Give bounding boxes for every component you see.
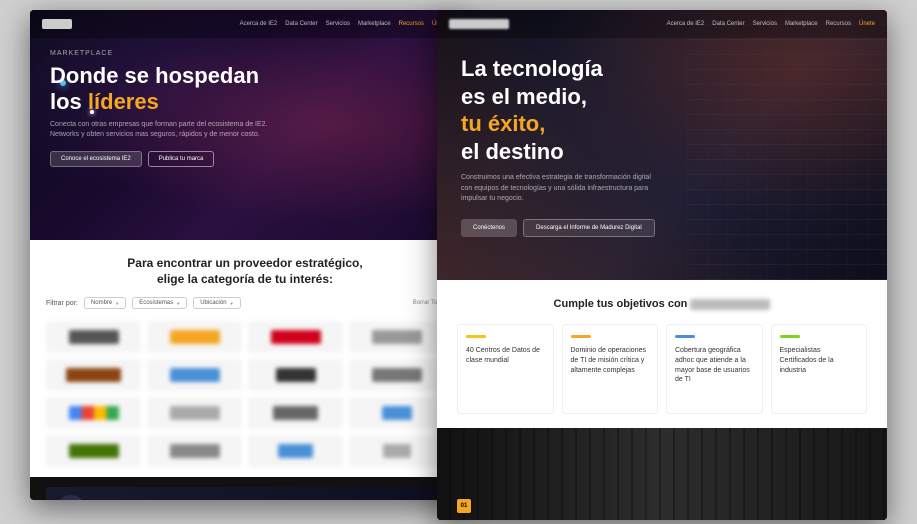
left-bottom-card: Asiste a tu transformación con Cloud. De… <box>46 487 444 500</box>
filter-ubicacion[interactable]: Ubicación <box>193 297 240 309</box>
right-logo <box>449 19 509 29</box>
list-item[interactable] <box>46 397 141 429</box>
left-hero-buttons: Conoce el ecosistema IE2 Publica tu marc… <box>50 151 440 167</box>
filter-bar: Filtrar por: Nombre Ecosistemas Ubicació… <box>46 297 444 309</box>
right-nav-servicios[interactable]: Servicios <box>753 21 777 27</box>
list-item[interactable] <box>349 435 444 467</box>
nav-item-marketplace[interactable]: Marketplace <box>358 21 391 27</box>
left-hero-badge: MARKETPLACE <box>50 50 440 57</box>
list-item[interactable] <box>248 321 343 353</box>
right-hero-title: La tecnología es el medio, tu éxito, el … <box>461 55 687 165</box>
list-item[interactable] <box>147 397 242 429</box>
list-item[interactable] <box>248 359 343 391</box>
list-item[interactable] <box>349 397 444 429</box>
right-title-line1: La tecnología <box>461 55 687 83</box>
left-hero-subtitle: Conecta con otras empresas que forman pa… <box>50 120 270 140</box>
screenshot-right: Acerca de IE2 Data Center Servicios Mark… <box>437 10 887 520</box>
left-bottom-icon <box>56 495 86 500</box>
feature-card-4: Especialistas Certificados de la industr… <box>771 324 868 414</box>
right-nav-marketplace[interactable]: Marketplace <box>785 21 818 27</box>
left-title-line1: Donde se <box>50 63 155 88</box>
filter-nombre[interactable]: Nombre <box>84 297 126 309</box>
left-logo <box>42 19 72 29</box>
left-hero-title: Donde se hospedan los líderes <box>50 63 440 116</box>
feature-cards: 40 Centros de Datos de clase mundial Dom… <box>457 324 867 414</box>
data-center-number: 01 <box>457 499 471 513</box>
left-light-section: Para encontrar un proveedor estratégico,… <box>30 240 460 477</box>
right-title-highlight: tu éxito, <box>461 110 687 138</box>
right-bottom-section: 01 DATA CENTER La clave de tu transforma… <box>437 428 887 520</box>
right-nav-unete[interactable]: Únete <box>859 21 875 27</box>
right-nav-recursos[interactable]: Recursos <box>826 21 851 27</box>
left-title-highlight: líderes <box>88 89 159 114</box>
data-center-badge: 01 <box>457 499 471 513</box>
list-item[interactable] <box>46 321 141 353</box>
card-accent-4 <box>780 335 800 338</box>
nav-item-acerca[interactable]: Acerca de IE2 <box>240 21 278 27</box>
server-pattern-bg <box>687 10 887 280</box>
nav-item-servicios[interactable]: Servicios <box>326 21 350 27</box>
list-item[interactable] <box>46 359 141 391</box>
right-nav-items: Acerca de IE2 Data Center Servicios Mark… <box>667 21 875 27</box>
nav-item-datacenter[interactable]: Data Center <box>285 21 317 27</box>
data-center-title: DATA CENTER <box>457 519 585 520</box>
right-light-section: Cumple tus objetivos con 40 Centros de D… <box>437 280 887 428</box>
feature-card-text-2: Dominio de operaciones de TI de misión c… <box>571 346 650 375</box>
right-hero-content: La tecnología es el medio, tu éxito, el … <box>461 55 687 237</box>
card-accent-1 <box>466 335 486 338</box>
feature-card-text-3: Cobertura geográfica adhoc que atiende a… <box>675 346 754 385</box>
feature-card-1: 40 Centros de Datos de clase mundial <box>457 324 554 414</box>
right-btn-conectenos[interactable]: Conéctenos <box>461 219 517 237</box>
right-navbar: Acerca de IE2 Data Center Servicios Mark… <box>437 10 887 38</box>
card-accent-3 <box>675 335 695 338</box>
list-item[interactable] <box>46 435 141 467</box>
feature-card-3: Cobertura geográfica adhoc que atiende a… <box>666 324 763 414</box>
left-title-bold: hospedan <box>155 63 259 88</box>
filter-ecosistemas[interactable]: Ecosistemas <box>132 297 187 309</box>
left-hero-content: MARKETPLACE Donde se hospedan los lídere… <box>50 50 440 167</box>
feature-card-text-1: 40 Centros de Datos de clase mundial <box>466 346 545 366</box>
left-section-title: Para encontrar un proveedor estratégico,… <box>46 256 444 287</box>
list-item[interactable] <box>349 359 444 391</box>
right-btn-informe[interactable]: Descarga el Informe de Madurez Digital <box>523 219 655 237</box>
feature-card-text-4: Especialistas Certificados de la industr… <box>780 346 859 375</box>
logo-grid <box>46 321 444 467</box>
list-item[interactable] <box>248 397 343 429</box>
left-dark-hero: Acerca de IE2 Data Center Servicios Mark… <box>30 10 460 240</box>
right-title-line2: es el medio, <box>461 83 687 111</box>
left-bottom-section: Asiste a tu transformación con Cloud. De… <box>30 477 460 500</box>
screenshot-left: Acerca de IE2 Data Center Servicios Mark… <box>30 10 460 500</box>
list-item[interactable] <box>147 321 242 353</box>
list-item[interactable] <box>147 359 242 391</box>
right-section-title-blurred <box>690 299 770 310</box>
data-center-overlay: 01 DATA CENTER La clave de tu transforma… <box>457 494 585 520</box>
nav-item-recursos[interactable]: Recursos <box>399 21 424 27</box>
left-navbar: Acerca de IE2 Data Center Servicios Mark… <box>30 10 460 38</box>
left-nav-items: Acerca de IE2 Data Center Servicios Mark… <box>240 21 448 27</box>
left-btn-ecosistema[interactable]: Conoce el ecosistema IE2 <box>50 151 142 167</box>
right-title-line3: el destino <box>461 138 687 166</box>
right-nav-datacenter[interactable]: Data Center <box>712 21 744 27</box>
right-hero-buttons: Conéctenos Descarga el Informe de Madure… <box>461 219 687 237</box>
filter-label: Filtrar por: <box>46 300 78 307</box>
right-hero-subtitle: Construimos una efectiva estrategia de t… <box>461 173 661 205</box>
right-nav-acerca[interactable]: Acerca de IE2 <box>667 21 705 27</box>
left-btn-marca[interactable]: Publica tu marca <box>148 151 215 167</box>
left-title-line2: los <box>50 89 88 114</box>
right-section-title: Cumple tus objetivos con <box>457 298 867 310</box>
card-accent-2 <box>571 335 591 338</box>
right-dark-hero: Acerca de IE2 Data Center Servicios Mark… <box>437 10 887 280</box>
feature-card-2: Dominio de operaciones de TI de misión c… <box>562 324 659 414</box>
list-item[interactable] <box>147 435 242 467</box>
list-item[interactable] <box>248 435 343 467</box>
list-item[interactable] <box>349 321 444 353</box>
